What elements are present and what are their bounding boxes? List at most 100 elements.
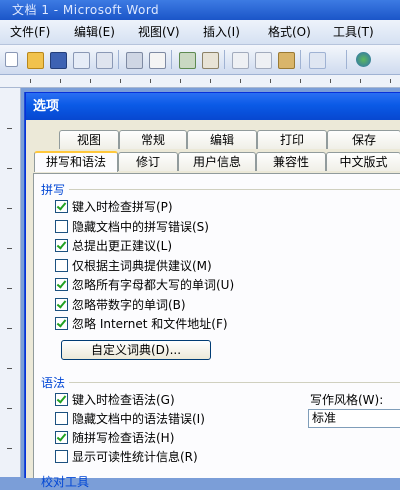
paste-icon[interactable] (278, 52, 295, 69)
research-icon[interactable] (202, 52, 219, 69)
option-suggest-from-main-dictionary-only[interactable]: 仅根据主词典提供建议(M) (55, 258, 355, 274)
ruler-tick (7, 128, 12, 129)
menu-insert[interactable]: 插入(I) (203, 24, 240, 40)
toolbar-options-icon[interactable] (378, 52, 386, 67)
option-label: 键入时检查语法(G) (72, 393, 175, 407)
option-ignore-uppercase-words[interactable]: 忽略所有字母都大写的单词(U) (55, 277, 355, 293)
checkbox[interactable] (55, 220, 68, 233)
dialog-title-bar[interactable]: 选项 (26, 93, 400, 120)
open-folder-icon[interactable] (27, 52, 44, 69)
tab-save[interactable]: 保存 (327, 130, 400, 149)
option-label: 忽略 Internet 和文件地址(F) (72, 317, 228, 331)
menu-file[interactable]: 文件(F) (10, 24, 50, 40)
toolbar-separator (300, 50, 301, 69)
option-hide-spelling-errors[interactable]: 隐藏文档中的拼写错误(S) (55, 219, 355, 235)
email-icon[interactable] (96, 52, 113, 69)
spelling-grammar-icon[interactable] (179, 52, 196, 69)
ruler-tick (210, 79, 211, 83)
window-title: 文档 1 - Microsoft Word (12, 3, 160, 17)
ruler-tick (7, 288, 12, 289)
writing-style-select[interactable]: 标准 (308, 409, 400, 428)
ruler-tick (330, 79, 331, 83)
writing-style-label: 写作风格(W): (310, 393, 384, 407)
undo-dropdown-icon[interactable] (332, 52, 340, 67)
tab-chinese-typography[interactable]: 中文版式 (326, 152, 400, 171)
toolbar-separator (346, 50, 347, 69)
proofing-tools-section-label: 校对工具 (41, 475, 90, 489)
save-icon[interactable] (50, 52, 67, 69)
new-document-icon[interactable] (5, 52, 18, 67)
toolbar-separator (224, 50, 225, 69)
checkbox[interactable] (55, 259, 68, 272)
ruler-tick (390, 79, 391, 83)
option-ignore-words-with-numbers[interactable]: 忽略带数字的单词(B) (55, 297, 355, 313)
tab-track-changes[interactable]: 修订 (118, 152, 178, 171)
option-label: 总提出更正建议(L) (72, 239, 173, 253)
option-hide-grammar-errors[interactable]: 隐藏文档中的语法错误(I) (55, 411, 295, 427)
tab-compatibility[interactable]: 兼容性 (256, 152, 326, 171)
option-show-readability-statistics[interactable]: 显示可读性统计信息(R) (55, 449, 295, 465)
tab-container: 视图 常规 编辑 打印 保存 拼写和语法 修订 用户信息 兼容性 中文版式 拼写… (26, 120, 400, 489)
menu-tools[interactable]: 工具(T) (333, 24, 374, 40)
menu-format[interactable]: 格式(O) (268, 24, 311, 40)
checkbox[interactable] (55, 298, 68, 311)
ruler-tick (360, 79, 361, 83)
copy-icon[interactable] (255, 52, 272, 69)
checkbox[interactable] (55, 239, 68, 252)
ruler-tick (7, 248, 12, 249)
option-ignore-internet-file-addresses[interactable]: 忽略 Internet 和文件地址(F) (55, 316, 375, 332)
standard-toolbar (0, 45, 400, 75)
option-check-grammar-as-you-type[interactable]: 键入时检查语法(G) (55, 392, 295, 408)
ruler-tick (7, 368, 12, 369)
horizontal-ruler[interactable] (0, 75, 400, 88)
print-icon[interactable] (126, 52, 143, 69)
section-divider (69, 382, 400, 383)
section-divider (69, 189, 400, 190)
ruler-tick (30, 79, 31, 83)
ruler-tick (120, 79, 121, 83)
ruler-tick (7, 208, 12, 209)
checkbox[interactable] (55, 278, 68, 291)
checkbox[interactable] (55, 412, 68, 425)
ruler-tick (150, 79, 151, 83)
tab-print[interactable]: 打印 (257, 130, 327, 149)
options-dialog: 选项 视图 常规 编辑 打印 保存 拼写和语法 修订 用户信息 兼容性 中文版式… (25, 92, 400, 489)
tab-view[interactable]: 视图 (59, 130, 119, 149)
spelling-grammar-panel: 拼写 键入时检查拼写(P) 隐藏文档中的拼写错误(S) 总提出更正建议(L) 仅… (33, 173, 400, 489)
menu-view[interactable]: 视图(V) (138, 24, 180, 40)
custom-dictionaries-button[interactable]: 自定义词典(D)... (61, 340, 211, 360)
undo-icon[interactable] (309, 52, 326, 69)
print-preview-icon[interactable] (149, 52, 166, 69)
checkbox[interactable] (55, 431, 68, 444)
vertical-ruler[interactable] (0, 88, 21, 477)
option-label: 显示可读性统计信息(R) (72, 450, 198, 464)
menu-edit[interactable]: 编辑(E) (74, 24, 115, 40)
option-label: 键入时检查拼写(P) (72, 200, 173, 214)
tab-spelling-grammar[interactable]: 拼写和语法 (34, 151, 118, 172)
option-check-grammar-with-spelling[interactable]: 随拼写检查语法(H) (55, 430, 295, 446)
toolbar-separator (118, 50, 119, 69)
ruler-tick (240, 79, 241, 83)
option-always-suggest-corrections[interactable]: 总提出更正建议(L) (55, 238, 355, 254)
ruler-tick (180, 79, 181, 83)
hyperlink-icon[interactable] (356, 52, 371, 67)
grammar-section-label: 语法 (41, 376, 66, 390)
checkbox[interactable] (55, 200, 68, 213)
permission-icon[interactable] (73, 52, 90, 69)
tab-general[interactable]: 常规 (119, 130, 187, 149)
option-label: 随拼写检查语法(H) (72, 431, 175, 445)
option-label: 忽略所有字母都大写的单词(U) (72, 278, 235, 292)
cut-icon[interactable] (232, 52, 249, 69)
checkbox[interactable] (55, 450, 68, 463)
dialog-title: 选项 (33, 99, 60, 114)
ruler-tick (60, 79, 61, 83)
checkbox[interactable] (55, 317, 68, 330)
ruler-tick (270, 79, 271, 83)
option-label: 隐藏文档中的语法错误(I) (72, 412, 205, 426)
toolbar-separator (171, 50, 172, 69)
checkbox[interactable] (55, 393, 68, 406)
tab-edit[interactable]: 编辑 (187, 130, 257, 149)
option-label: 仅根据主词典提供建议(M) (72, 259, 212, 273)
option-check-spelling-as-you-type[interactable]: 键入时检查拼写(P) (55, 199, 355, 215)
tab-user-info[interactable]: 用户信息 (178, 152, 256, 171)
